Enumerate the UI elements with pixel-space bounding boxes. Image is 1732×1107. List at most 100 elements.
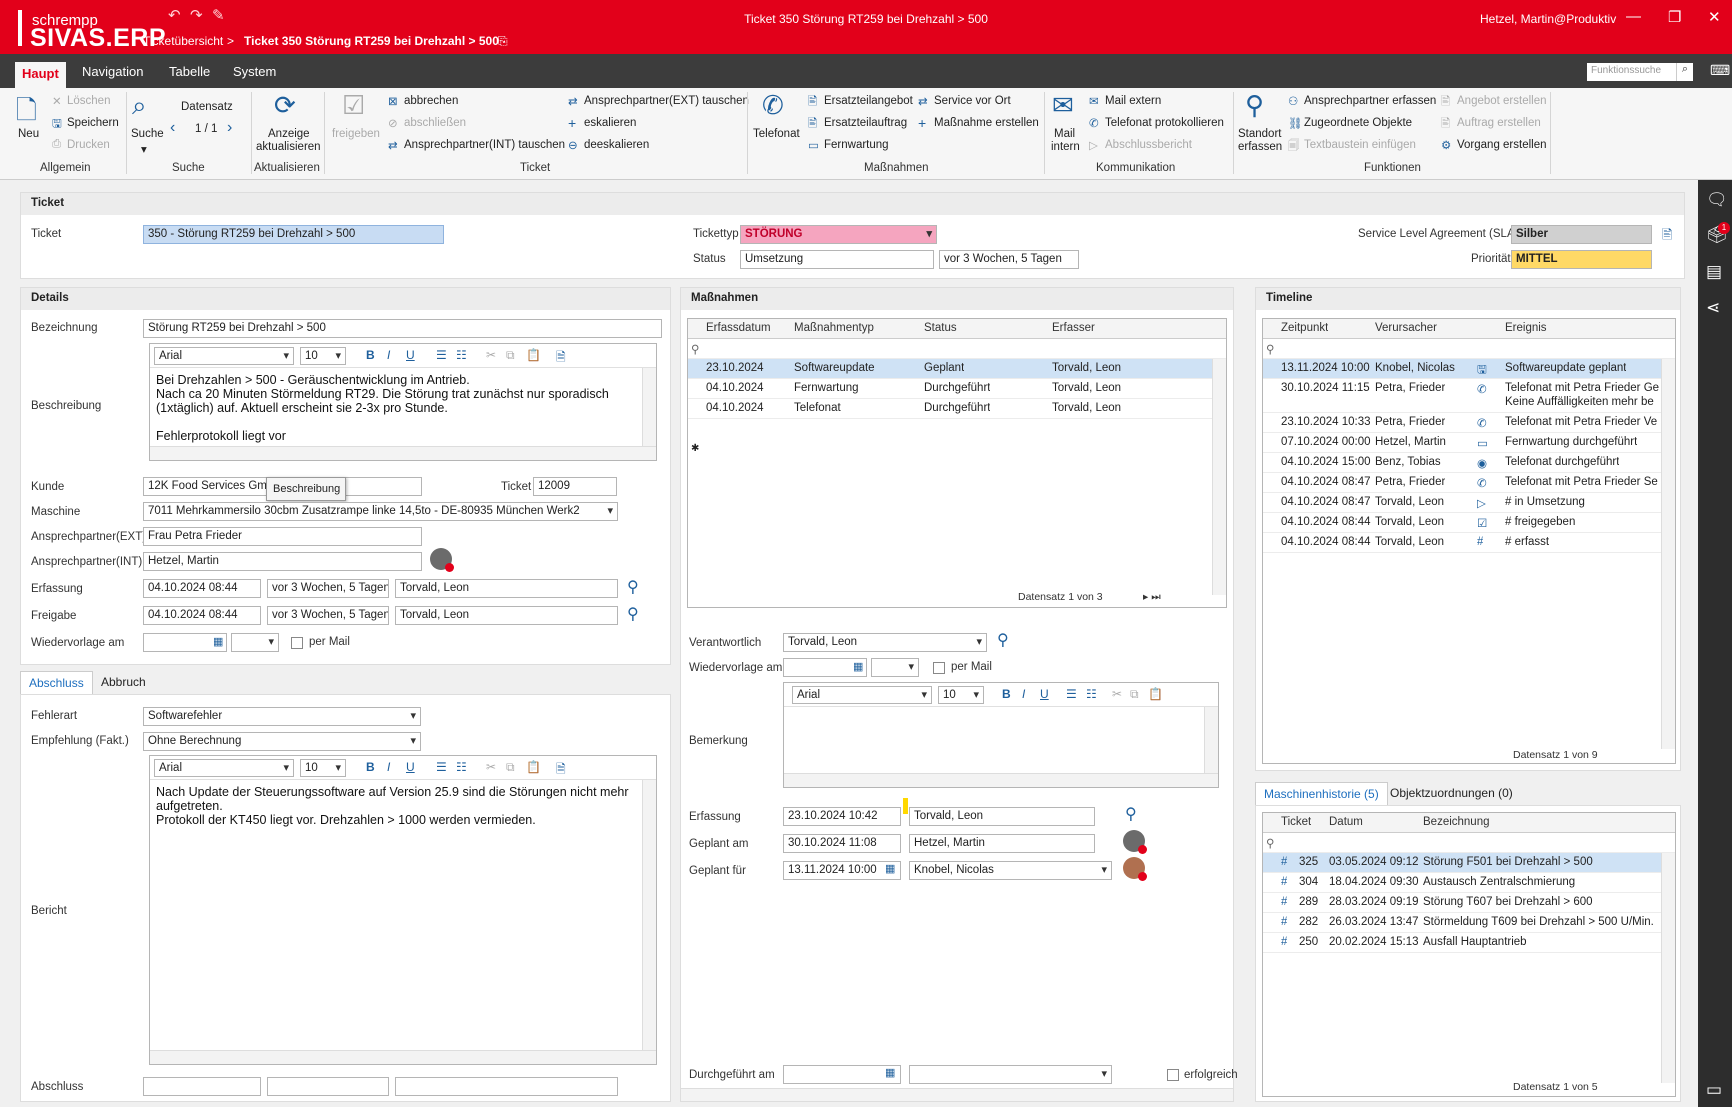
table-row[interactable]: 04.10.2024 08:44 Torvald, Leon # # erfasst xyxy=(1263,533,1675,553)
search-button[interactable]: Suche xyxy=(131,128,164,140)
create-process-button[interactable]: Vorgang erstellen xyxy=(1457,139,1547,151)
calendar-icon[interactable]: ▦ xyxy=(885,1066,895,1079)
escalate-button[interactable]: eskalieren xyxy=(584,117,636,129)
onenote-icon[interactable]: ▤ xyxy=(1706,262,1722,282)
numbered-list-icon[interactable]: ☷ xyxy=(456,760,467,774)
horizontal-scrollbar[interactable] xyxy=(150,446,656,460)
location-label-2[interactable]: erfassen xyxy=(1238,141,1282,153)
table-row[interactable]: 23.10.2024 Softwareupdate Geplant Torvald, … xyxy=(688,359,1226,379)
bezeichnung-field[interactable]: Störung RT259 bei Drehzahl > 500 xyxy=(143,319,662,338)
vertical-scrollbar[interactable] xyxy=(1661,853,1675,1083)
bold-icon[interactable]: B xyxy=(366,760,375,774)
col-ticket[interactable]: Ticket xyxy=(1281,816,1311,828)
spellcheck-icon[interactable]: 🗎 xyxy=(556,348,566,369)
table-row[interactable]: #304 18.04.2024 09:30 Austausch Zentralsch… xyxy=(1263,873,1675,893)
refresh-icon[interactable]: ⟳ xyxy=(274,90,296,121)
table-row[interactable]: 13.11.2024 10:00 Knobel, Nicolas 🖫 Software… xyxy=(1263,359,1675,379)
geplant-fuer-user-select[interactable]: Knobel, Nicolas xyxy=(909,861,1112,880)
cut-icon[interactable]: ✂ xyxy=(486,760,496,774)
vertical-scrollbar[interactable] xyxy=(642,368,656,446)
refresh-label-2[interactable]: aktualisieren xyxy=(256,141,321,153)
phone-icon[interactable]: ✆ xyxy=(762,90,784,121)
feedback-icon[interactable]: ⌨ xyxy=(1710,62,1730,79)
italic-icon[interactable]: I xyxy=(1022,687,1025,701)
swap-int-contact-button[interactable]: Ansprechpartner(INT) tauschen xyxy=(404,139,565,151)
user-search-icon[interactable]: ⚲ xyxy=(627,577,639,597)
close-icon[interactable]: ✕ xyxy=(1708,8,1721,26)
underline-icon[interactable]: U xyxy=(406,348,415,362)
font-size-select[interactable]: 10 xyxy=(938,686,984,704)
bookmark-icon[interactable]: ⎘ xyxy=(498,34,508,49)
spellcheck-icon[interactable]: 🗎 xyxy=(556,760,566,781)
copy-icon[interactable]: ⧉ xyxy=(506,760,515,775)
paste-icon[interactable]: 📋 xyxy=(1148,687,1163,701)
user-search-icon[interactable]: ⚲ xyxy=(997,630,1009,650)
calendar-icon[interactable]: ▦ xyxy=(853,660,863,673)
col-massnahmentyp[interactable]: Maßnahmentyp xyxy=(794,322,874,334)
table-row[interactable]: 04.10.2024 08:47 Torvald, Leon ▷ # in Umset… xyxy=(1263,493,1675,513)
customer-ticket-field[interactable]: 12009 xyxy=(533,477,617,496)
bold-icon[interactable]: B xyxy=(1002,687,1011,701)
font-size-select[interactable]: 10 xyxy=(300,759,346,777)
tab-navigation[interactable]: Navigation xyxy=(82,64,143,79)
bullet-list-icon[interactable]: ☰ xyxy=(436,760,447,774)
maschine-select[interactable]: 7011 Mehrkammersilo 30cbm Zusatzrampe li… xyxy=(143,502,618,521)
chevron-right-icon[interactable]: › xyxy=(227,119,232,137)
create-offer-button[interactable]: Angebot erstellen xyxy=(1457,95,1547,107)
delete-button[interactable]: Löschen xyxy=(67,95,110,107)
table-row[interactable]: 07.10.2024 00:00 Hetzel, Martin ▭ Fernwartu… xyxy=(1263,433,1675,453)
underline-icon[interactable]: U xyxy=(406,760,415,774)
table-row[interactable]: 04.10.2024 08:47 Petra, Frieder ✆ Telefonat… xyxy=(1263,473,1675,493)
paste-icon[interactable]: 📋 xyxy=(526,348,541,362)
abort-button[interactable]: abbrechen xyxy=(404,95,458,107)
col-status[interactable]: Status xyxy=(924,322,957,334)
bullet-list-icon[interactable]: ☰ xyxy=(1066,687,1077,701)
vertical-scrollbar[interactable] xyxy=(1212,359,1226,595)
swap-ext-contact-button[interactable]: Ansprechpartner(EXT) tauschen xyxy=(584,95,749,107)
col-erfasser[interactable]: Erfasser xyxy=(1052,322,1095,334)
deescalate-button[interactable]: deeskalieren xyxy=(584,139,649,151)
remote-maintenance-button[interactable]: Fernwartung xyxy=(824,139,889,151)
new-button[interactable]: Neu xyxy=(18,128,39,140)
table-row[interactable]: 04.10.2024 08:44 Torvald, Leon ☑ # freigege… xyxy=(1263,513,1675,533)
table-row[interactable]: 04.10.2024 Fernwartung Durchgeführt Torvald… xyxy=(688,379,1226,399)
horizontal-scrollbar[interactable] xyxy=(150,1050,656,1064)
table-row[interactable]: 04.10.2024 Telefonat Durchgeführt Torvald, … xyxy=(688,399,1226,419)
new-row-icon[interactable]: ✱ xyxy=(691,443,699,454)
bullet-list-icon[interactable]: ☰ xyxy=(436,348,447,362)
location-label-1[interactable]: Standort xyxy=(1238,128,1281,140)
linked-objects-button[interactable]: Zugeordnete Objekte xyxy=(1304,117,1412,129)
table-row[interactable]: #289 28.03.2024 09:19 Störung T607 bei Dre… xyxy=(1263,893,1675,913)
col-bezeichnung[interactable]: Bezeichnung xyxy=(1423,816,1490,828)
mail-internal-label-1[interactable]: Mail xyxy=(1054,128,1075,140)
table-row[interactable]: #325 03.05.2024 09:12 Störung F501 bei Dre… xyxy=(1263,853,1675,873)
copy-icon[interactable]: ⧉ xyxy=(506,348,515,363)
copy-icon[interactable]: ⧉ xyxy=(1130,687,1139,702)
col-zeitpunkt[interactable]: Zeitpunkt xyxy=(1281,322,1328,334)
calendar-icon[interactable]: ▦ xyxy=(213,635,223,648)
font-select[interactable]: Arial xyxy=(154,347,294,365)
durchgefuehrt-user-select[interactable] xyxy=(909,1065,1112,1084)
table-row[interactable]: 04.10.2024 15:00 Benz, Tobias ◉ Telefonat d… xyxy=(1263,453,1675,473)
underline-icon[interactable]: U xyxy=(1040,687,1049,701)
insert-snippet-button[interactable]: Textbaustein einfügen xyxy=(1304,139,1416,151)
cut-icon[interactable]: ✂ xyxy=(1112,687,1122,701)
share-icon[interactable]: ⋖ xyxy=(1706,298,1720,318)
service-onsite-button[interactable]: Service vor Ort xyxy=(934,95,1011,107)
col-verursacher[interactable]: Verursacher xyxy=(1375,322,1437,334)
table-row[interactable]: #250 20.02.2024 15:13 Ausfall Hauptantrieb xyxy=(1263,933,1675,953)
filter-row[interactable]: ⚲ xyxy=(688,339,1226,359)
vertical-scrollbar[interactable] xyxy=(642,780,656,1050)
refresh-label-1[interactable]: Anzeige xyxy=(268,128,310,140)
tab-system[interactable]: System xyxy=(233,64,276,79)
log-call-button[interactable]: Telefonat protokollieren xyxy=(1105,117,1224,129)
numbered-list-icon[interactable]: ☷ xyxy=(456,348,467,362)
horizontal-scrollbar[interactable] xyxy=(784,773,1218,787)
table-row[interactable]: 23.10.2024 10:33 Petra, Frieder ✆ Telefonat… xyxy=(1263,413,1675,433)
print-button[interactable]: Drucken xyxy=(67,139,110,151)
device-icon[interactable]: ▭ xyxy=(1706,1080,1722,1100)
beschreibung-text[interactable]: Bei Drehzahlen > 500 - Geräuschentwicklu… xyxy=(156,373,636,443)
chevron-down-icon[interactable]: ▾ xyxy=(141,142,147,156)
parts-offer-button[interactable]: Ersatzteilangebot xyxy=(824,95,913,107)
paste-icon[interactable]: 📋 xyxy=(526,760,541,774)
